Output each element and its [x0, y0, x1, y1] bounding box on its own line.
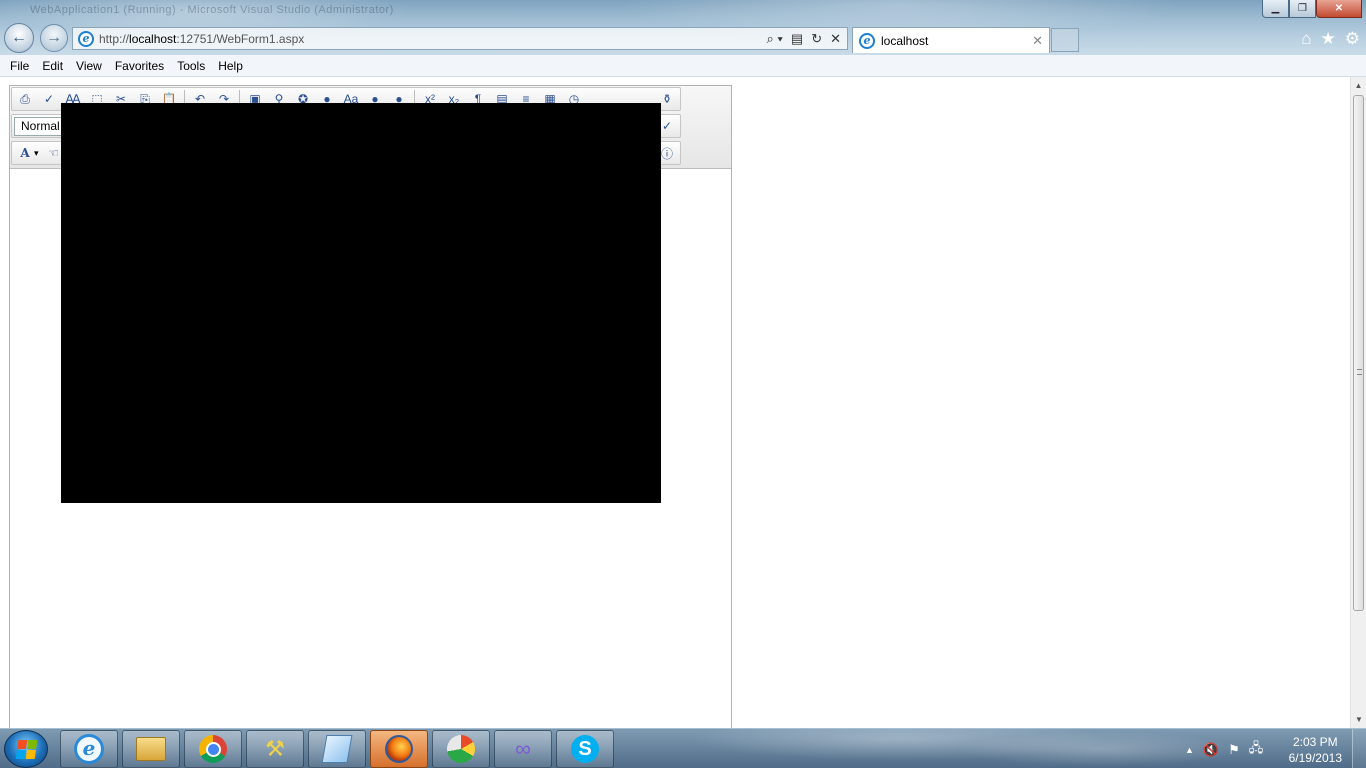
scroll-down-icon[interactable]: ▼	[1351, 711, 1366, 728]
compatibility-view-icon[interactable]: ▤	[791, 31, 803, 47]
menu-favorites[interactable]: Favorites	[109, 59, 170, 73]
tab-label: localhost	[881, 33, 929, 48]
tab-localhost[interactable]: e localhost ✕	[852, 27, 1050, 53]
skype-icon: S	[571, 735, 599, 763]
close-button[interactable]: ✕	[1316, 0, 1362, 18]
taskbar-skype[interactable]: S	[556, 730, 614, 768]
app-icon	[447, 735, 475, 763]
new-tab-button[interactable]	[1051, 28, 1079, 52]
menu-help[interactable]: Help	[212, 59, 249, 73]
vertical-scrollbar[interactable]: ▲ ▼	[1350, 77, 1366, 728]
taskbar-chrome[interactable]	[184, 730, 242, 768]
chrome-icon	[199, 735, 227, 763]
scroll-thumb[interactable]	[1353, 95, 1364, 611]
restore-button[interactable]: ❐	[1289, 0, 1316, 18]
internet-explorer-icon: e	[74, 734, 104, 764]
redacted-region	[61, 103, 661, 503]
font-color-icon[interactable]: A	[16, 144, 34, 162]
clock[interactable]: 2:03 PM 6/19/2013	[1289, 734, 1342, 766]
address-tools: ⌕ ▾ ▤ ↻ ✕	[767, 31, 847, 47]
start-button[interactable]	[4, 730, 48, 768]
folder-icon	[136, 737, 166, 761]
refresh-icon[interactable]: ↻	[811, 31, 822, 47]
logo-quad	[15, 749, 26, 759]
volume-muted-icon[interactable]: 🔇	[1203, 742, 1219, 758]
tab-ie-icon: e	[859, 32, 875, 49]
taskbar-windows-explorer[interactable]	[122, 730, 180, 768]
menu-bar: File Edit View Favorites Tools Help	[0, 55, 1366, 77]
hand-icon[interactable]: ☜	[45, 144, 63, 162]
action-center-icon[interactable]: ⚑	[1228, 742, 1240, 758]
taskbar-firefox[interactable]	[370, 730, 428, 768]
show-hidden-icons-icon[interactable]: ▲	[1185, 745, 1194, 755]
menu-view[interactable]: View	[70, 59, 108, 73]
taskbar-app[interactable]	[432, 730, 490, 768]
browser-chrome: WebApplication1 (Running) - Microsoft Vi…	[0, 0, 1366, 55]
scroll-up-icon[interactable]: ▲	[1351, 77, 1366, 94]
back-button[interactable]: ←	[4, 23, 34, 53]
window-controls: ▁ ❐ ✕	[1262, 0, 1362, 18]
window-title: WebApplication1 (Running) - Microsoft Vi…	[30, 4, 394, 16]
show-desktop-button[interactable]	[1352, 729, 1366, 768]
taskbar-document[interactable]	[308, 730, 366, 768]
font-color-dropdown-icon[interactable]: ▾	[34, 148, 39, 159]
logo-quad	[25, 749, 36, 759]
visual-studio-icon: ∞	[515, 736, 531, 761]
minimize-button[interactable]: ▁	[1262, 0, 1289, 18]
tab-close-icon[interactable]: ✕	[1032, 33, 1043, 49]
forward-button[interactable]: →	[40, 24, 68, 52]
network-icon[interactable]: 🖧	[1249, 739, 1264, 761]
document-icon	[321, 735, 353, 763]
url-prefix: http://	[99, 31, 130, 46]
taskbar-visual-studio[interactable]: ∞	[494, 730, 552, 768]
menu-file[interactable]: File	[4, 59, 35, 73]
browser-right-icons: ⌂ ★ ⚙	[1301, 29, 1360, 49]
address-bar[interactable]: e http://localhost:12751/WebForm1.aspx ⌕…	[72, 27, 848, 50]
logo-quad	[26, 739, 37, 749]
clock-time: 2:03 PM	[1292, 735, 1338, 749]
address-url[interactable]: http://localhost:12751/WebForm1.aspx	[99, 32, 304, 46]
taskbar-internet-explorer[interactable]: e	[60, 730, 118, 768]
taskbar-tools[interactable]: ⚒	[246, 730, 304, 768]
taskbar: e ⚒ ∞ S ▲ 🔇 ⚑ 🖧 2:03 PM 6/19/2013	[0, 728, 1366, 768]
menu-tools[interactable]: Tools	[171, 59, 211, 73]
stop-icon[interactable]: ✕	[830, 31, 841, 47]
menu-edit[interactable]: Edit	[36, 59, 69, 73]
search-icon[interactable]: ⌕ ▾	[767, 31, 783, 47]
windows-logo-icon	[15, 739, 37, 759]
spellcheck-icon[interactable]: ✓	[40, 90, 58, 108]
system-tray: ▲ 🔇 ⚑ 🖧	[1185, 739, 1263, 761]
gear-icon[interactable]: ⚙	[1345, 29, 1360, 49]
logo-quad	[16, 739, 27, 749]
url-rest: :12751/WebForm1.aspx	[176, 31, 305, 46]
ie-page-icon: e	[78, 30, 94, 47]
tools-icon: ⚒	[265, 736, 285, 761]
clock-date: 6/19/2013	[1288, 751, 1342, 765]
print-icon[interactable]: ⎙	[16, 90, 34, 108]
scroll-grip	[1357, 369, 1362, 375]
favorites-icon[interactable]: ★	[1321, 29, 1336, 49]
home-icon[interactable]: ⌂	[1301, 29, 1311, 49]
url-host: localhost	[129, 31, 177, 46]
firefox-icon	[385, 735, 413, 763]
